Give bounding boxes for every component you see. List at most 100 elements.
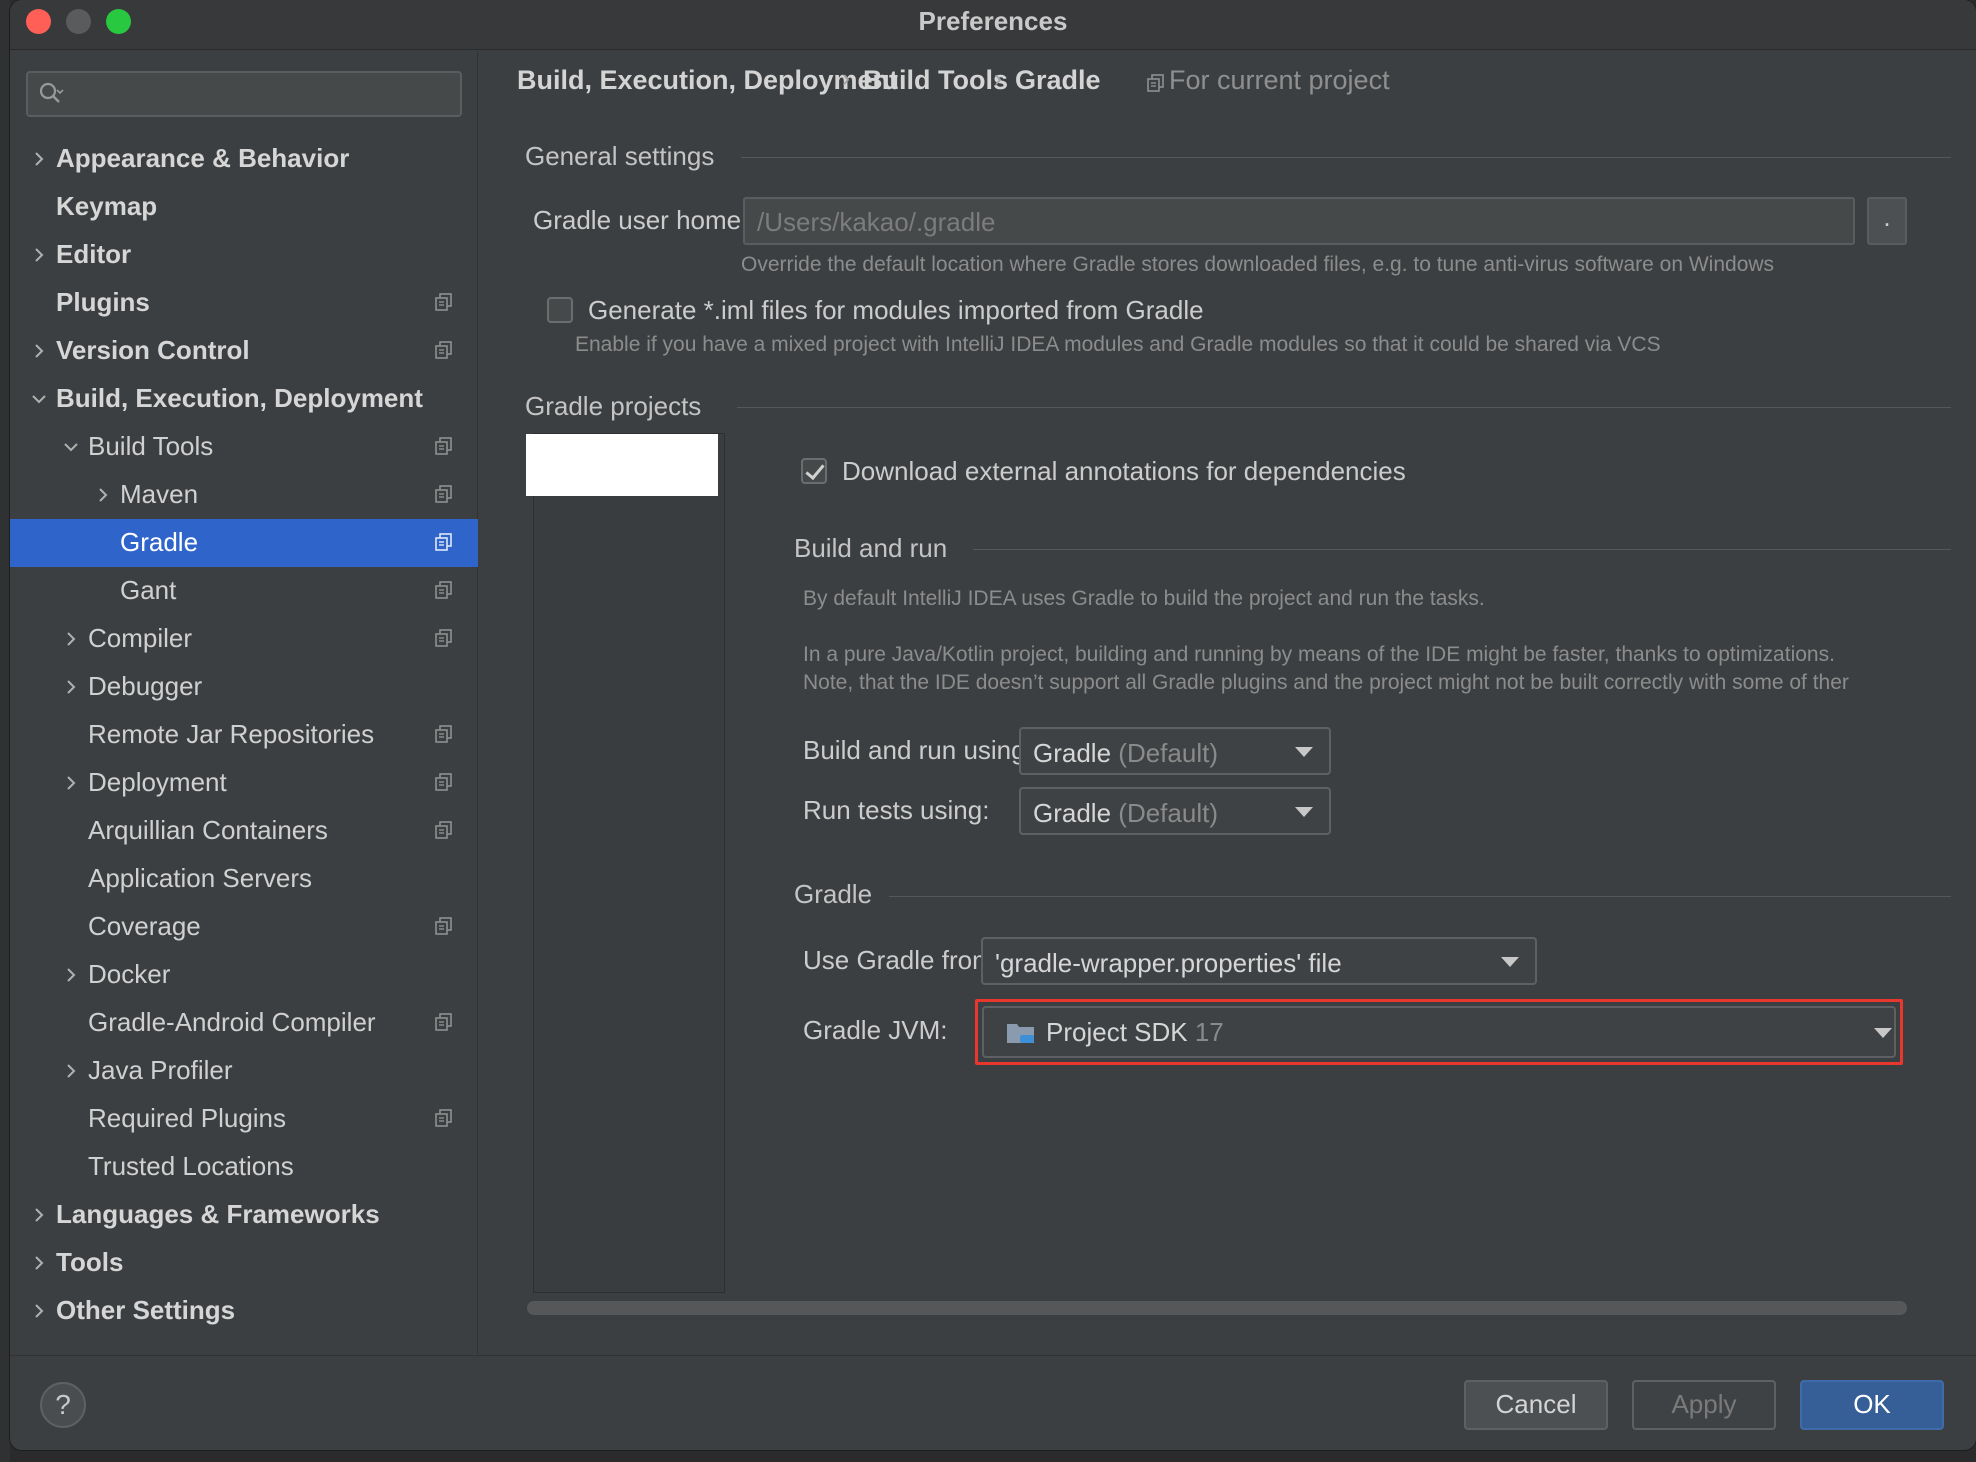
chevron-right-icon[interactable] — [30, 1206, 48, 1224]
sidebar-item-trusted-locations[interactable]: Trusted Locations — [10, 1143, 478, 1191]
gradle-jvm-dropdown[interactable]: Project SDK 17 — [982, 1006, 1896, 1058]
chevron-right-icon[interactable] — [30, 246, 48, 264]
sidebar-item-debugger[interactable]: Debugger — [10, 663, 478, 711]
breadcrumb-item-gradle: Gradle — [1015, 65, 1101, 95]
apply-button[interactable]: Apply — [1632, 1380, 1776, 1430]
dropdown-value: Gradle — [1033, 738, 1112, 768]
chevron-down-icon[interactable] — [62, 438, 80, 456]
sidebar-item-keymap[interactable]: Keymap — [10, 183, 478, 231]
chevron-right-icon[interactable] — [62, 630, 80, 648]
sidebar-item-docker[interactable]: Docker — [10, 951, 478, 999]
sidebar-item-label: Maven — [120, 479, 199, 509]
sidebar-item-plugins[interactable]: Plugins — [10, 279, 478, 327]
project-scope-icon — [1147, 74, 1164, 92]
breadcrumb-separator: › — [994, 65, 1002, 92]
sidebar-item-compiler[interactable]: Compiler — [10, 615, 478, 663]
sidebar-item-label: Gradle-Android Compiler — [88, 1007, 376, 1037]
sidebar-item-other-settings[interactable]: Other Settings — [10, 1287, 478, 1335]
chevron-right-icon[interactable] — [30, 342, 48, 360]
build-run-description: In a pure Java/Kotlin project, building … — [803, 643, 1835, 666]
gradle-section-title: Gradle — [794, 879, 873, 909]
gradle-projects-title: Gradle projects — [525, 391, 702, 421]
section-divider — [741, 157, 1951, 158]
sidebar-item-maven[interactable]: Maven — [10, 471, 478, 519]
sidebar-item-label: Coverage — [88, 911, 201, 941]
breadcrumb-item-build-execution-deployment[interactable]: Build, Execution, Deployment — [517, 65, 898, 96]
project-level-icon — [435, 629, 452, 647]
project-level-icon — [435, 293, 452, 311]
gradle-jvm-label: Gradle JVM: — [803, 1015, 948, 1045]
sidebar-item-label: Gant — [120, 575, 177, 605]
sidebar-item-label: Remote Jar Repositories — [88, 719, 375, 749]
breadcrumb-separator: › — [842, 65, 850, 92]
sidebar-item-gradle[interactable]: Gradle — [10, 519, 478, 567]
sidebar-item-editor[interactable]: Editor — [10, 231, 478, 279]
project-level-icon — [435, 917, 452, 935]
chevron-right-icon[interactable] — [30, 1302, 48, 1320]
project-level-icon — [435, 821, 452, 839]
chevron-right-icon[interactable] — [62, 1062, 80, 1080]
project-level-icon — [435, 485, 452, 503]
generate-iml-label[interactable]: Generate *.iml files for modules importe… — [588, 295, 1204, 326]
chevron-right-icon[interactable] — [62, 678, 80, 696]
sidebar-item-java-profiler[interactable]: Java Profiler — [10, 1047, 478, 1095]
gradle-user-home-field[interactable]: /Users/kakao/.gradle — [743, 197, 1855, 245]
gradle-jvm-value: Project SDK — [1046, 1017, 1188, 1047]
sidebar-item-application-servers[interactable]: Application Servers — [10, 855, 478, 903]
sidebar-item-build-tools[interactable]: Build Tools — [10, 423, 478, 471]
project-level-icon — [435, 341, 452, 359]
settings-search-input[interactable] — [26, 71, 462, 117]
breadcrumb-item-build-tools[interactable]: Build Tools — [863, 65, 1008, 96]
gradle-projects-list[interactable] — [526, 433, 725, 1293]
download-annotations-checkbox[interactable] — [801, 458, 827, 484]
sidebar-item-coverage[interactable]: Coverage — [10, 903, 478, 951]
sidebar-item-label: Arquillian Containers — [88, 815, 328, 845]
dropdown-default-suffix: (Default) — [1118, 738, 1218, 768]
chevron-down-icon[interactable] — [30, 390, 48, 408]
run-tests-using-dropdown[interactable]: Gradle (Default) — [1019, 787, 1331, 835]
ok-button[interactable]: OK — [1800, 1380, 1944, 1430]
sidebar-item-label: Required Plugins — [88, 1103, 287, 1133]
sidebar-item-arquillian-containers[interactable]: Arquillian Containers — [10, 807, 478, 855]
sidebar-item-languages-frameworks[interactable]: Languages & Frameworks — [10, 1191, 478, 1239]
build-and-run-title: Build and run — [794, 533, 948, 563]
dropdown-arrow-icon — [1295, 747, 1313, 757]
section-divider — [737, 407, 1951, 408]
sidebar-item-label: Other Settings — [56, 1295, 236, 1325]
sidebar-item-label: Debugger — [88, 671, 203, 701]
section-divider — [889, 896, 1951, 897]
chevron-right-icon[interactable] — [30, 1254, 48, 1272]
sidebar-item-label: Appearance & Behavior — [56, 143, 350, 173]
build-run-using-dropdown[interactable]: Gradle (Default) — [1019, 727, 1331, 775]
dropdown-default-suffix: (Default) — [1118, 798, 1218, 828]
window-title: Preferences — [918, 6, 1068, 36]
sidebar-item-tools[interactable]: Tools — [10, 1239, 478, 1287]
help-button[interactable]: ? — [40, 1382, 86, 1428]
browse-button[interactable]: . — [1867, 197, 1907, 245]
gradle-settings-panel: Build, Execution, Deployment › Build Too… — [479, 51, 1976, 1354]
sidebar-item-remote-jar-repositories[interactable]: Remote Jar Repositories — [10, 711, 478, 759]
sidebar-item-label: Tools — [56, 1247, 124, 1277]
download-annotations-label[interactable]: Download external annotations for depend… — [842, 456, 1406, 487]
sidebar-item-appearance-behavior[interactable]: Appearance & Behavior — [10, 135, 478, 183]
generate-iml-checkbox[interactable] — [547, 297, 573, 323]
chevron-right-icon[interactable] — [62, 774, 80, 792]
sidebar-item-label: Compiler — [88, 623, 193, 653]
sidebar-item-deployment[interactable]: Deployment — [10, 759, 478, 807]
sidebar-item-build-execution-deployment[interactable]: Build, Execution, Deployment — [10, 375, 478, 423]
sidebar-item-gant[interactable]: Gant — [10, 567, 478, 615]
dropdown-arrow-icon — [1295, 807, 1313, 817]
sidebar-item-version-control[interactable]: Version Control — [10, 327, 478, 375]
gradle-jvm-version: 17 — [1194, 1017, 1224, 1047]
chevron-right-icon[interactable] — [62, 966, 80, 984]
sidebar-item-label: Java Profiler — [88, 1055, 233, 1085]
horizontal-scrollbar[interactable] — [527, 1301, 1907, 1315]
use-gradle-from-dropdown[interactable]: 'gradle-wrapper.properties' file — [981, 937, 1537, 985]
chevron-right-icon[interactable] — [30, 150, 48, 168]
cancel-button[interactable]: Cancel — [1464, 1380, 1608, 1430]
folder-sdk-icon — [1007, 1024, 1034, 1043]
chevron-right-icon[interactable] — [94, 486, 112, 504]
selected-gradle-project[interactable] — [526, 434, 718, 496]
sidebar-item-gradle-android-compiler[interactable]: Gradle-Android Compiler — [10, 999, 478, 1047]
sidebar-item-required-plugins[interactable]: Required Plugins — [10, 1095, 478, 1143]
